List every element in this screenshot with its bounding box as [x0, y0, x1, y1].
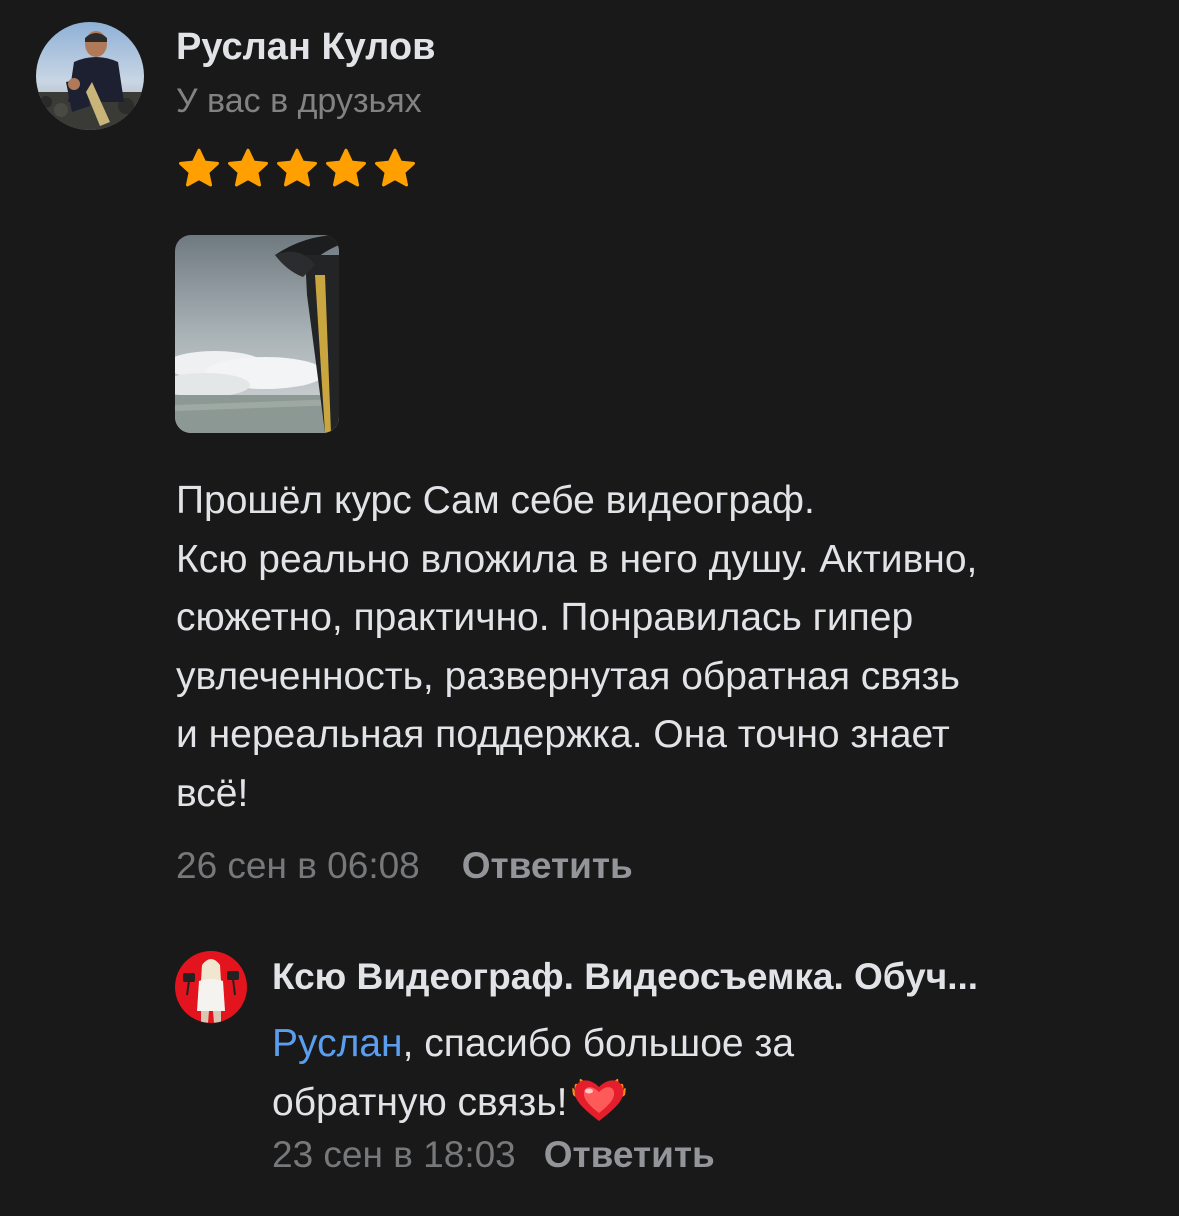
review-text-line: Ксю реально вложила в него душу. Активно… [176, 537, 978, 581]
review-text-line: и нереальная поддержка. Она точно знает [176, 713, 950, 756]
review-text-line: Прошёл курс Сам себе видеограф. [176, 479, 815, 522]
heart-on-fire-icon [572, 1078, 627, 1121]
reply-author-name[interactable]: Ксю Видеограф. Видеосъемка. Обуч... [272, 956, 978, 998]
author-avatar[interactable] [36, 22, 144, 130]
review-text-line: увлеченность, развернутая обратная связь [176, 654, 960, 698]
reply-text-part: , спасибо большое за [402, 1022, 795, 1065]
reply-text-part: обратную связь! [272, 1081, 568, 1124]
star-rating [176, 146, 418, 192]
review-text: Прошёл курс Сам себе видеограф. Ксю реал… [176, 472, 1156, 823]
star-icon [228, 148, 268, 187]
review-photo[interactable] [175, 235, 339, 433]
review-meta: 26 сен в 06:08 Ответить [176, 845, 633, 887]
star-icon [277, 148, 317, 187]
reply-text: Руслан, спасибо большое за обратную связ… [272, 1015, 1132, 1132]
review-date: 26 сен в 06:08 [176, 845, 420, 886]
star-icon [179, 148, 219, 187]
review-text-line: сюжетно, практично. Понравилась гипер [176, 596, 914, 639]
star-icon [326, 148, 366, 187]
reply-date: 23 сен в 18:03 [272, 1134, 516, 1175]
star-icon [375, 148, 415, 187]
friend-status: У вас в друзьях [176, 82, 422, 120]
review-text-line: всё! [176, 771, 249, 815]
reply-button[interactable]: Ответить [544, 1134, 715, 1176]
reply-meta: 23 сен в 18:03 Ответить [272, 1134, 715, 1176]
mention-link[interactable]: Руслан [272, 1022, 403, 1065]
reply-button[interactable]: Ответить [462, 845, 633, 887]
reply-author-avatar[interactable] [175, 951, 247, 1023]
author-name[interactable]: Руслан Кулов [176, 26, 436, 69]
